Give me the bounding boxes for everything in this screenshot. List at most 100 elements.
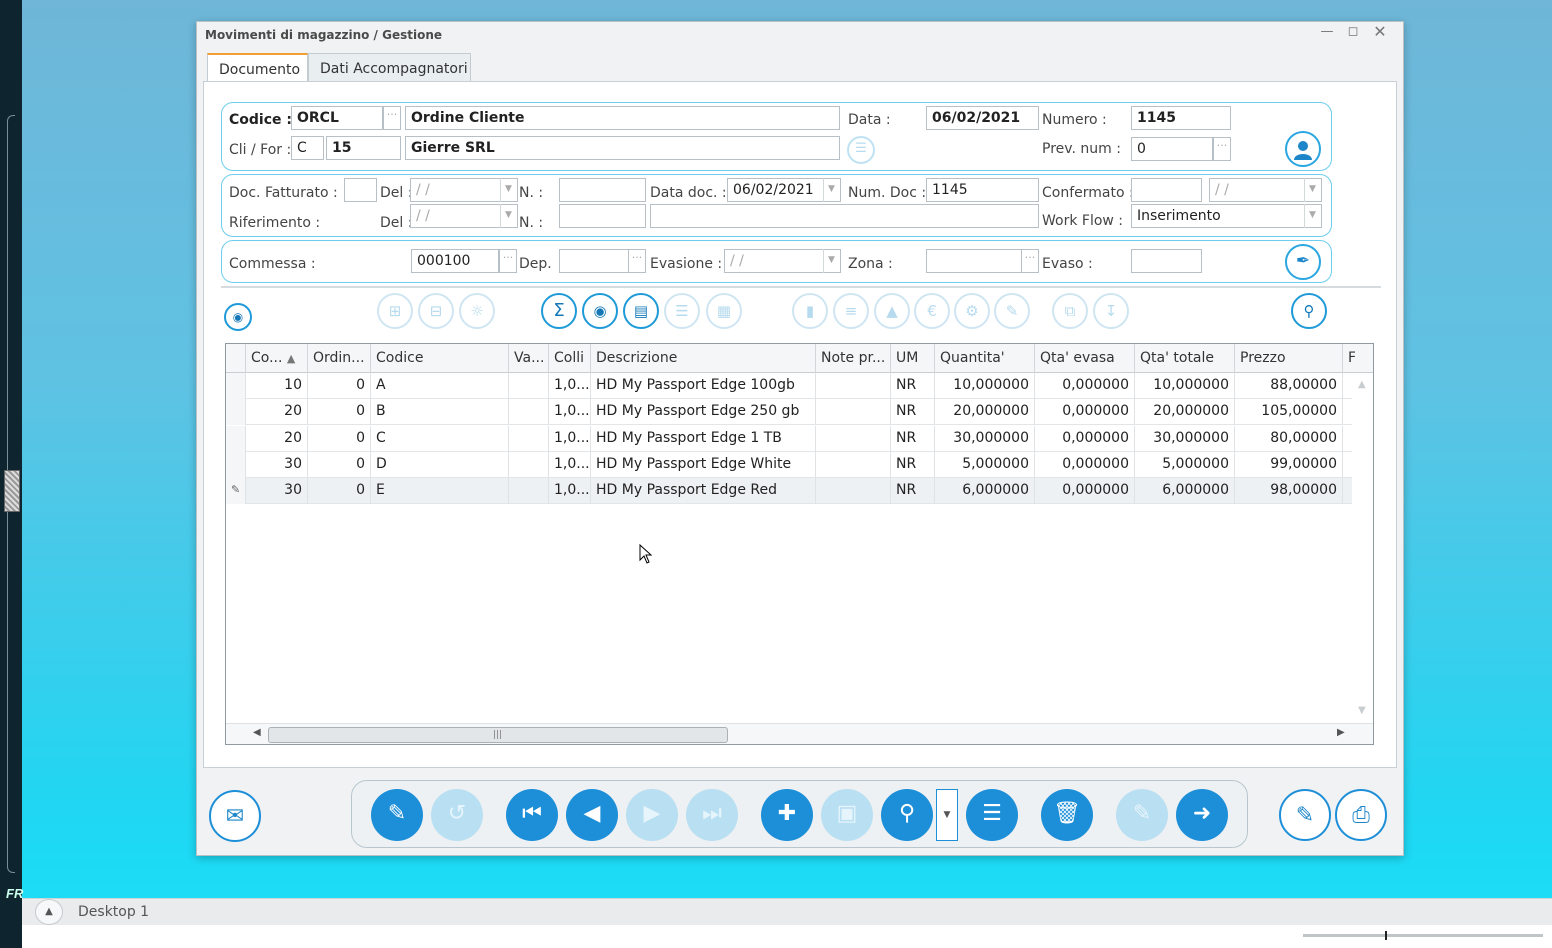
delete-row-icon[interactable]: ⊟ [418, 293, 454, 329]
cell-ordin[interactable]: 0 [308, 399, 371, 426]
cell-codice[interactable]: A [371, 373, 509, 399]
cell-note[interactable] [816, 399, 891, 426]
cell-totale[interactable]: 30,000000 [1135, 425, 1235, 452]
cell-codice[interactable]: D [371, 451, 509, 478]
print-icon[interactable]: ⎙ [1335, 789, 1387, 841]
close-icon[interactable]: ✕ [1369, 22, 1391, 42]
save-icon[interactable]: ▣ [821, 789, 873, 841]
clifor-type-field[interactable]: C [291, 136, 324, 160]
cell-prezzo[interactable]: 105,00000 [1235, 399, 1343, 426]
chevron-down-icon[interactable]: ▼ [500, 178, 516, 202]
cell-prezzo[interactable]: 88,00000 [1235, 373, 1343, 399]
table-row[interactable]: 20 0 B 1,0... HD My Passport Edge 250 gb NR 20… [226, 399, 1352, 426]
cell-codice[interactable]: E [371, 478, 509, 505]
row-indicator[interactable] [226, 451, 246, 478]
cell-co[interactable]: 20 [246, 425, 308, 452]
codice-lookup-button[interactable]: ··· [383, 106, 401, 130]
cell-prezzo[interactable]: 99,00000 [1235, 451, 1343, 478]
cell-evasa[interactable]: 0,000000 [1035, 373, 1135, 399]
clifor-name-field[interactable]: Gierre SRL [405, 136, 840, 160]
clifor-code-field[interactable]: 15 [326, 136, 401, 160]
cell-evasa[interactable]: 0,000000 [1035, 425, 1135, 452]
scroll-right-icon[interactable]: ▶ [1337, 727, 1345, 738]
column-header[interactable]: Qta' evasa [1035, 344, 1135, 373]
cell-desc[interactable]: HD My Passport Edge 100gb [591, 373, 816, 399]
cell-totale[interactable]: 20,000000 [1135, 399, 1235, 426]
prevnum-field[interactable]: 0 [1131, 137, 1213, 161]
cell-um[interactable]: NR [891, 373, 935, 399]
row-edit-pencil-icon[interactable]: ✎ [226, 478, 246, 505]
cell-note[interactable] [816, 425, 891, 452]
barcode-icon[interactable]: ▮ [792, 293, 828, 329]
column-header[interactable]: Colli [549, 344, 591, 373]
cell-prezzo[interactable]: 98,00000 [1235, 478, 1343, 505]
cell-colli[interactable]: 1,0... [549, 399, 591, 426]
cell-ordin[interactable]: 0 [308, 451, 371, 478]
scroll-up-icon[interactable]: ▲ [1358, 379, 1366, 390]
row-indicator[interactable] [226, 373, 246, 399]
sum-icon[interactable]: Σ [541, 293, 577, 329]
search-icon[interactable]: ⚲ [881, 789, 933, 841]
cell-qta[interactable]: 30,000000 [935, 425, 1035, 452]
codice-description-field[interactable]: Ordine Cliente [405, 106, 840, 130]
row-indicator[interactable] [226, 425, 246, 452]
list-view-icon[interactable]: ☰ [966, 789, 1018, 841]
edit-list-icon[interactable]: ✎ [994, 293, 1030, 329]
next-record-icon[interactable]: ▶ [626, 789, 678, 841]
cell-colli[interactable]: 1,0... [549, 425, 591, 452]
chevron-down-icon[interactable]: ▼ [1304, 178, 1320, 202]
workflow-select[interactable]: Inserimento [1131, 204, 1322, 228]
eye-icon[interactable]: ◉ [224, 303, 252, 331]
expand-icon[interactable]: ▲ [35, 899, 63, 925]
column-header[interactable]: Codice [371, 344, 509, 373]
cell-co[interactable]: 20 [246, 399, 308, 426]
column-header[interactable]: F [1343, 344, 1355, 373]
delete-icon[interactable]: 🗑 [1041, 789, 1093, 841]
cell-qta[interactable]: 6,000000 [935, 478, 1035, 505]
user-icon[interactable] [1285, 131, 1321, 167]
zona-lookup-button[interactable]: ··· [1021, 249, 1039, 273]
cell-note[interactable] [816, 373, 891, 399]
cell-ordin[interactable]: 0 [308, 425, 371, 452]
table-row[interactable]: 20 0 C 1,0... HD My Passport Edge 1 TB NR 30,0… [226, 425, 1352, 452]
new-document-icon[interactable]: ✚ [761, 789, 813, 841]
cell-evasa[interactable]: 0,000000 [1035, 478, 1135, 505]
cell-desc[interactable]: HD My Passport Edge 1 TB [591, 425, 816, 452]
horizontal-scroll-thumb[interactable]: ||| [268, 727, 728, 743]
column-header[interactable]: Quantita' [935, 344, 1035, 373]
copy-icon[interactable]: ⧉ [1052, 293, 1088, 329]
cell-ordin[interactable]: 0 [308, 373, 371, 399]
numero-field[interactable]: 1145 [1131, 106, 1231, 130]
doc-fatturato-field[interactable] [344, 178, 377, 202]
column-header[interactable]: Note pr... [816, 344, 891, 373]
camera-icon[interactable]: ◉ [582, 293, 618, 329]
tab-documento[interactable]: Documento [207, 53, 308, 82]
scroll-left-icon[interactable]: ◀ [253, 727, 261, 738]
notes-icon[interactable]: ☰ [847, 136, 875, 164]
cell-note[interactable] [816, 478, 891, 505]
dep-field[interactable] [559, 249, 629, 273]
list-icon[interactable]: ☰ [664, 293, 700, 329]
riferimento-note-field[interactable] [650, 204, 1039, 228]
n2-field[interactable] [559, 204, 646, 228]
lines-icon[interactable]: ≡ [833, 293, 869, 329]
cell-codice[interactable]: B [371, 399, 509, 426]
previous-record-icon[interactable]: ◀ [566, 789, 618, 841]
data-field[interactable]: 06/02/2021 [926, 106, 1039, 130]
brush-icon[interactable]: ✒ [1285, 244, 1321, 280]
cell-evasa[interactable]: 0,000000 [1035, 451, 1135, 478]
chevron-down-icon[interactable]: ▼ [500, 204, 516, 228]
column-header[interactable]: Ordin... [308, 344, 371, 373]
vertical-scrollbar[interactable]: ▲ ▼ [1352, 373, 1373, 723]
import-icon[interactable]: ↧ [1093, 293, 1129, 329]
exit-icon[interactable]: ➜ [1176, 789, 1228, 841]
search-options-dropdown[interactable]: ▼ [936, 789, 958, 841]
cell-prezzo[interactable]: 80,00000 [1235, 425, 1343, 452]
cell-ordin[interactable]: 0 [308, 478, 371, 505]
cell-totale[interactable]: 5,000000 [1135, 451, 1235, 478]
confermato-field[interactable] [1131, 178, 1202, 202]
cell-evasa[interactable]: 0,000000 [1035, 399, 1135, 426]
chevron-down-icon[interactable]: ▼ [823, 249, 839, 273]
cell-va[interactable] [509, 451, 549, 478]
window-titlebar[interactable]: Movimenti di magazzino / Gestione — ◻ ✕ [197, 22, 1403, 48]
